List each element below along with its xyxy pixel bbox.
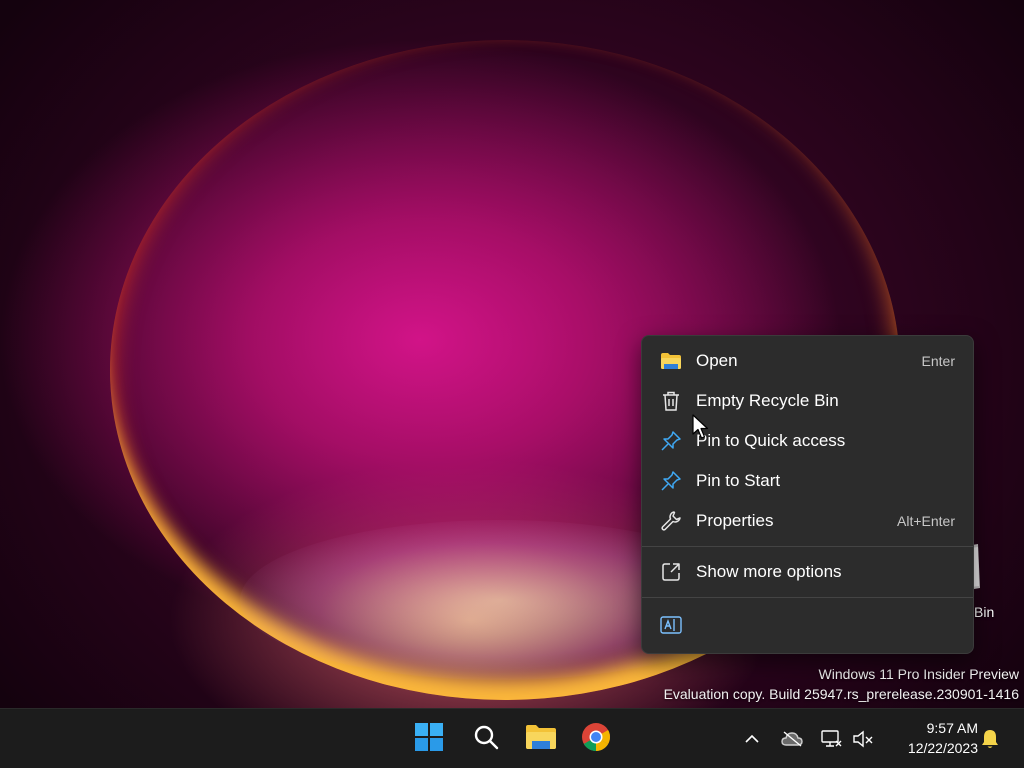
menu-item-show-more-options[interactable]: Show more options (646, 552, 969, 592)
clock-time: 9:57 AM (926, 720, 978, 736)
onedrive-offline-icon[interactable] (780, 727, 804, 751)
menu-item-pin-to-start[interactable]: Pin to Start (646, 461, 969, 501)
menu-item-label: Show more options (696, 562, 842, 581)
menu-separator (642, 597, 973, 598)
trash-icon (660, 390, 682, 412)
mouse-cursor (692, 414, 710, 440)
search-icon (472, 723, 500, 756)
menu-item-open[interactable]: Open Enter (646, 341, 969, 381)
menu-item-shortcut: Alt+Enter (897, 513, 955, 529)
menu-item-label: Open (696, 351, 738, 370)
volume-muted-icon[interactable] (851, 727, 875, 751)
network-icon[interactable] (819, 727, 843, 751)
menu-item-shortcut: Enter (921, 353, 955, 369)
menu-item-label: Pin to Quick access (696, 431, 846, 450)
watermark-line-1: Windows 11 Pro Insider Preview (818, 666, 1019, 682)
chrome-button[interactable] (576, 719, 616, 759)
menu-item-label: Properties (696, 511, 774, 530)
clock[interactable]: 9:57 AM 12/22/2023 (884, 718, 978, 758)
menu-item-translate[interactable] (646, 603, 690, 647)
chevron-up-icon[interactable] (740, 727, 764, 751)
pin-icon (660, 470, 682, 492)
translate-icon (660, 614, 682, 636)
wrench-icon (660, 510, 682, 532)
menu-item-label: Pin to Start (696, 471, 781, 490)
windows-logo-icon (414, 722, 444, 757)
folder-icon (525, 723, 557, 756)
clock-date: 12/22/2023 (907, 740, 978, 756)
chrome-icon (581, 722, 611, 757)
pin-icon (660, 430, 682, 452)
recycle-bin-label[interactable]: Bin (974, 604, 994, 620)
evaluation-watermark: Windows 11 Pro Insider Preview Evaluatio… (664, 664, 1019, 704)
start-button[interactable] (409, 719, 449, 759)
file-explorer-button[interactable] (521, 719, 561, 759)
folder-icon (660, 350, 682, 372)
context-menu: Open Enter Empty Recycle Bin Pin to Quic… (641, 335, 974, 654)
bell-icon[interactable] (978, 727, 1002, 751)
search-button[interactable] (466, 719, 506, 759)
menu-separator (642, 546, 973, 547)
taskbar: 9:57 AM 12/22/2023 (0, 708, 1024, 768)
menu-item-label: Empty Recycle Bin (696, 391, 839, 410)
share-external-icon (660, 561, 682, 583)
watermark-line-2: Evaluation copy. Build 25947.rs_prerelea… (663, 686, 1019, 702)
desktop[interactable]: Bin Windows 11 Pro Insider Preview Evalu… (0, 0, 1024, 768)
menu-item-properties[interactable]: Properties Alt+Enter (646, 501, 969, 541)
